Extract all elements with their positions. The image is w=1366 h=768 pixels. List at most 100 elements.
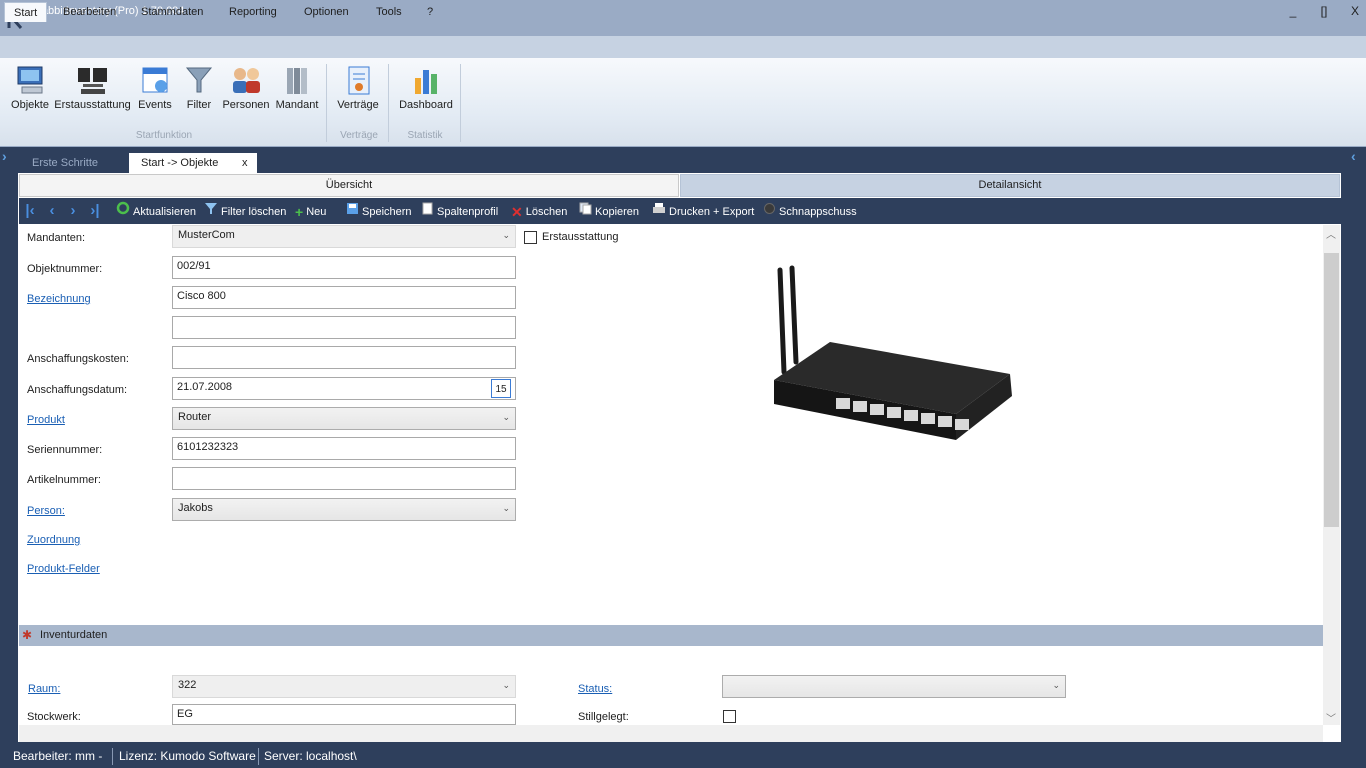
anschaffungsdatum-field[interactable]: 21.07.2008 — [172, 377, 516, 400]
tab-uebersicht[interactable]: Übersicht — [19, 174, 679, 197]
person-select[interactable]: Jakobs ⌄ — [172, 498, 516, 521]
inventurdaten-section[interactable]: Inventurdaten — [19, 625, 1323, 646]
anschaffungskosten-label: Anschaffungskosten: — [27, 353, 129, 365]
camera-icon — [763, 199, 776, 225]
bezeichnung-link[interactable]: Bezeichnung — [27, 293, 91, 305]
tab-detailansicht[interactable]: Detailansicht — [680, 174, 1340, 197]
artikelnummer-field[interactable] — [172, 467, 516, 490]
bezeichnung-field[interactable]: Cisco 800 — [172, 286, 516, 309]
objektnummer-field[interactable]: 002/91 — [172, 256, 516, 279]
scrollbar-thumb[interactable] — [1324, 253, 1339, 527]
mandanten-label: Mandanten: — [27, 232, 86, 244]
last-record-icon[interactable]: ›| — [87, 202, 103, 220]
filter-button[interactable]: Filter — [183, 64, 215, 116]
zuordnung-link[interactable]: Zuordnung — [27, 534, 80, 546]
anschaffungskosten-field[interactable] — [172, 346, 516, 369]
close-button[interactable]: X — [1345, 4, 1365, 18]
objekte-button[interactable]: Objekte — [10, 64, 50, 116]
produkt-link[interactable]: Produkt — [27, 414, 65, 426]
group-vertraege-label: Verträge — [340, 130, 378, 141]
neu-button[interactable]: + Neu — [295, 199, 326, 225]
tab-start-objekte[interactable]: Start -> Objekte — [129, 153, 257, 174]
binders-icon — [287, 68, 307, 94]
dashboard-button[interactable]: Dashboard — [396, 64, 456, 116]
scroll-up-icon[interactable]: ︿ — [1326, 226, 1336, 241]
calendar-icon — [142, 67, 168, 93]
stockwerk-label: Stockwerk: — [27, 711, 81, 723]
clear-filter-icon — [204, 199, 218, 225]
chevron-down-icon: ⌄ — [502, 230, 510, 240]
status-separator — [112, 748, 113, 765]
contract-icon — [348, 66, 370, 95]
menu-bar — [0, 36, 1366, 58]
plus-icon: + — [295, 204, 304, 221]
stockwerk-field[interactable]: EG — [172, 704, 516, 725]
mandanten-select[interactable]: MusterCom ⌄ — [172, 225, 516, 248]
first-record-icon[interactable]: |‹ — [22, 202, 38, 220]
schnappschuss-button[interactable]: Schnappschuss — [763, 199, 857, 225]
group-startfunktion-label: Startfunktion — [135, 130, 193, 141]
printer-icon — [652, 199, 666, 225]
calendar-icon[interactable]: 15 — [491, 379, 511, 398]
chevron-down-icon: ⌄ — [502, 503, 510, 513]
horizontal-scrollbar[interactable] — [19, 725, 1323, 742]
filter-icon — [185, 67, 213, 93]
stillgelegt-label: Stillgelegt: — [578, 711, 629, 723]
erstausstattung-checkbox[interactable] — [524, 231, 537, 244]
status-select[interactable]: ⌄ — [722, 675, 1066, 698]
spaltenprofil-button[interactable]: Spaltenprofil — [421, 199, 498, 225]
erstausstattung-button[interactable]: Erstausstattung — [54, 64, 131, 116]
expand-left-icon[interactable]: › — [2, 148, 7, 164]
events-button[interactable]: Events — [137, 64, 173, 116]
maximize-button[interactable]: [] — [1314, 4, 1334, 18]
status-separator — [258, 748, 259, 765]
menu-optionen[interactable]: Optionen — [295, 2, 358, 22]
personen-button[interactable]: Personen — [222, 64, 270, 116]
menu-reporting[interactable]: Reporting — [220, 2, 286, 22]
produkt-select[interactable]: Router ⌄ — [172, 407, 516, 430]
raum-select[interactable]: 322 ⌄ — [172, 675, 516, 698]
seriennummer-label: Seriennummer: — [27, 444, 103, 456]
chevron-down-icon: ⌄ — [502, 412, 510, 422]
drucken-export-button[interactable]: Drucken + Export — [652, 199, 754, 225]
kopieren-button[interactable]: Kopieren — [579, 199, 639, 225]
mandant-button[interactable]: Mandant — [274, 64, 320, 116]
next-record-icon[interactable]: › — [65, 202, 81, 220]
status-server: Server: localhost\ — [264, 749, 357, 763]
menu-stammdaten[interactable]: Stammdaten — [132, 2, 212, 22]
expand-right-icon[interactable]: ‹ — [1351, 148, 1356, 164]
vertraege-button[interactable]: Verträge — [335, 64, 381, 116]
aktualisieren-button[interactable]: Aktualisieren — [116, 199, 196, 225]
chevron-down-icon: ⌄ — [502, 680, 510, 690]
minimize-button[interactable]: _ — [1283, 4, 1303, 18]
save-icon — [346, 199, 359, 225]
menu-tools[interactable]: Tools — [367, 2, 411, 22]
status-lizenz: Lizenz: Kumodo Software — [119, 749, 256, 763]
bezeichnung2-field[interactable] — [172, 316, 516, 339]
objektnummer-label: Objektnummer: — [27, 263, 103, 275]
tab-close-button[interactable]: x — [242, 153, 248, 173]
persons-icon — [233, 68, 260, 93]
previous-record-icon[interactable]: ‹ — [44, 202, 60, 220]
status-link[interactable]: Status: — [578, 683, 612, 695]
stillgelegt-checkbox[interactable] — [723, 710, 736, 723]
menu-bearbeiten[interactable]: Bearbeiten — [54, 2, 125, 22]
menu-start[interactable]: Start — [4, 2, 48, 22]
bar-chart-icon — [415, 70, 437, 94]
person-link[interactable]: Person: — [27, 505, 65, 517]
workstation-icon — [77, 68, 107, 94]
refresh-icon — [116, 199, 130, 225]
tab-erste-schritte[interactable]: Erste Schritte — [20, 153, 128, 173]
artikelnummer-label: Artikelnummer: — [27, 474, 101, 486]
erstausstattung-label: Erstausstattung — [542, 231, 619, 243]
loeschen-button[interactable]: ✕ Löschen — [511, 199, 567, 225]
produkt-felder-link[interactable]: Produkt-Felder — [27, 563, 100, 575]
speichern-button[interactable]: Speichern — [346, 199, 412, 225]
scroll-down-icon[interactable]: ﹀ — [1326, 710, 1336, 725]
inventory-icon: ✱ — [22, 628, 33, 642]
filter-loeschen-button[interactable]: Filter löschen — [204, 199, 286, 225]
seriennummer-field[interactable]: 6101232323 — [172, 437, 516, 460]
column-profile-icon — [421, 199, 434, 225]
menu-help[interactable]: ? — [418, 2, 442, 22]
raum-link[interactable]: Raum: — [28, 683, 60, 695]
